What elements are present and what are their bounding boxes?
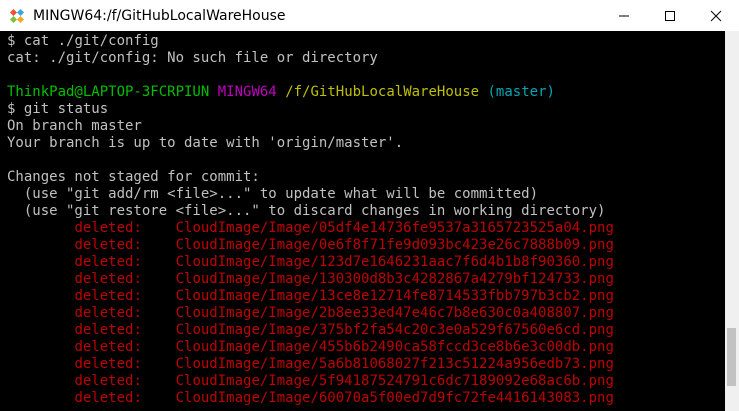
deleted-label: deleted: [74, 271, 142, 287]
deleted-label: deleted: [74, 288, 142, 304]
prompt-line: ThinkPad@LAPTOP-3FCRPIUN MINGW64 /f/GitH… [7, 84, 614, 101]
deleted-file-path: CloudImage/Image/130300d8b3c4282867a4279… [175, 271, 614, 287]
deleted-file-path: CloudImage/Image/13ce8e12714fe8714533fbb… [175, 288, 614, 304]
deleted-label: deleted: [74, 373, 142, 389]
command-text: git status [23, 101, 109, 117]
prompt-path: /f/GitHubLocalWareHouse [285, 84, 480, 100]
prompt-user-host: ThinkPad@LAPTOP-3FCRPIUN [7, 84, 210, 100]
deleted-file-row: deleted: CloudImage/Image/05df4e14736fe9… [7, 220, 614, 237]
close-button[interactable] [693, 0, 739, 31]
terminal-window: MINGW64:/f/GitHubLocalWareHouse $ cat ./… [0, 0, 739, 411]
command-line: $ git status [7, 101, 614, 118]
status-hint: (use "git add/rm <file>..." to update wh… [7, 186, 539, 202]
deleted-label: deleted: [74, 305, 142, 321]
command-line: $ cat ./git/config [7, 33, 614, 50]
close-icon [710, 10, 722, 21]
deleted-file-path: CloudImage/Image/5a6b81068027f213c51224a… [175, 356, 614, 372]
maximize-button[interactable] [647, 0, 693, 31]
deleted-file-path: CloudImage/Image/05df4e14736fe9537a31657… [175, 220, 614, 236]
deleted-file-row: deleted: CloudImage/Image/5a6b81068027f2… [7, 356, 614, 373]
deleted-file-row: deleted: CloudImage/Image/5f94187524791c… [7, 373, 614, 390]
deleted-label: deleted: [74, 237, 142, 253]
terminal-output[interactable]: $ cat ./git/config cat: ./git/config: No… [0, 31, 725, 411]
deleted-file-row: deleted: CloudImage/Image/123d7e1646231a… [7, 254, 614, 271]
prompt-branch: (master) [487, 84, 555, 100]
deleted-files-list: deleted: CloudImage/Image/05df4e14736fe9… [7, 220, 614, 407]
deleted-file-path: CloudImage/Image/375bf2fa54c20c3e0a529f6… [175, 322, 614, 338]
status-uptodate: Your branch is up to date with 'origin/m… [7, 135, 404, 151]
prompt-symbol: $ [7, 33, 16, 49]
scrollbar-thumb[interactable] [727, 328, 736, 386]
deleted-label: deleted: [74, 339, 142, 355]
status-changes-header: Changes not staged for commit: [7, 169, 260, 185]
status-hint: (use "git restore <file>..." to discard … [7, 203, 606, 219]
deleted-label: deleted: [74, 220, 142, 236]
status-branch: On branch master [7, 118, 142, 134]
deleted-file-row: deleted: CloudImage/Image/0e6f8f71fe9d09… [7, 237, 614, 254]
minimize-icon [619, 15, 629, 16]
deleted-file-path: CloudImage/Image/455b6b2490ca58fccd3ce8b… [175, 339, 614, 355]
deleted-file-row: deleted: CloudImage/Image/130300d8b3c428… [7, 271, 614, 288]
error-output: cat: ./git/config: No such file or direc… [7, 50, 378, 66]
deleted-file-path: CloudImage/Image/5f94187524791c6dc718909… [175, 373, 614, 389]
deleted-file-row: deleted: CloudImage/Image/375bf2fa54c20c… [7, 322, 614, 339]
command-text: cat ./git/config [23, 33, 159, 49]
deleted-file-path: CloudImage/Image/2b8ee33ed47e46c7b8e630c… [175, 305, 614, 321]
deleted-label: deleted: [74, 390, 142, 406]
maximize-icon [665, 10, 675, 21]
deleted-file-path: CloudImage/Image/0e6f8f71fe9d093bc423e26… [175, 237, 614, 253]
prompt-env: MINGW64 [217, 84, 277, 100]
title-bar[interactable]: MINGW64:/f/GitHubLocalWareHouse [0, 0, 739, 31]
deleted-file-path: CloudImage/Image/60070a5f00ed7d9fc72fe44… [175, 390, 614, 406]
deleted-file-row: deleted: CloudImage/Image/455b6b2490ca58… [7, 339, 614, 356]
deleted-file-row: deleted: CloudImage/Image/60070a5f00ed7d… [7, 390, 614, 407]
prompt-symbol: $ [7, 101, 16, 117]
window-title: MINGW64:/f/GitHubLocalWareHouse [33, 7, 286, 24]
deleted-label: deleted: [74, 254, 142, 270]
deleted-file-row: deleted: CloudImage/Image/13ce8e12714fe8… [7, 288, 614, 305]
minimize-button[interactable] [601, 0, 647, 31]
deleted-file-path: CloudImage/Image/123d7e1646231aac7f6d4b1… [175, 254, 614, 270]
deleted-label: deleted: [74, 322, 142, 338]
vertical-scrollbar[interactable] [725, 31, 739, 411]
git-bash-icon [9, 8, 25, 24]
deleted-file-row: deleted: CloudImage/Image/2b8ee33ed47e46… [7, 305, 614, 322]
deleted-label: deleted: [74, 356, 142, 372]
